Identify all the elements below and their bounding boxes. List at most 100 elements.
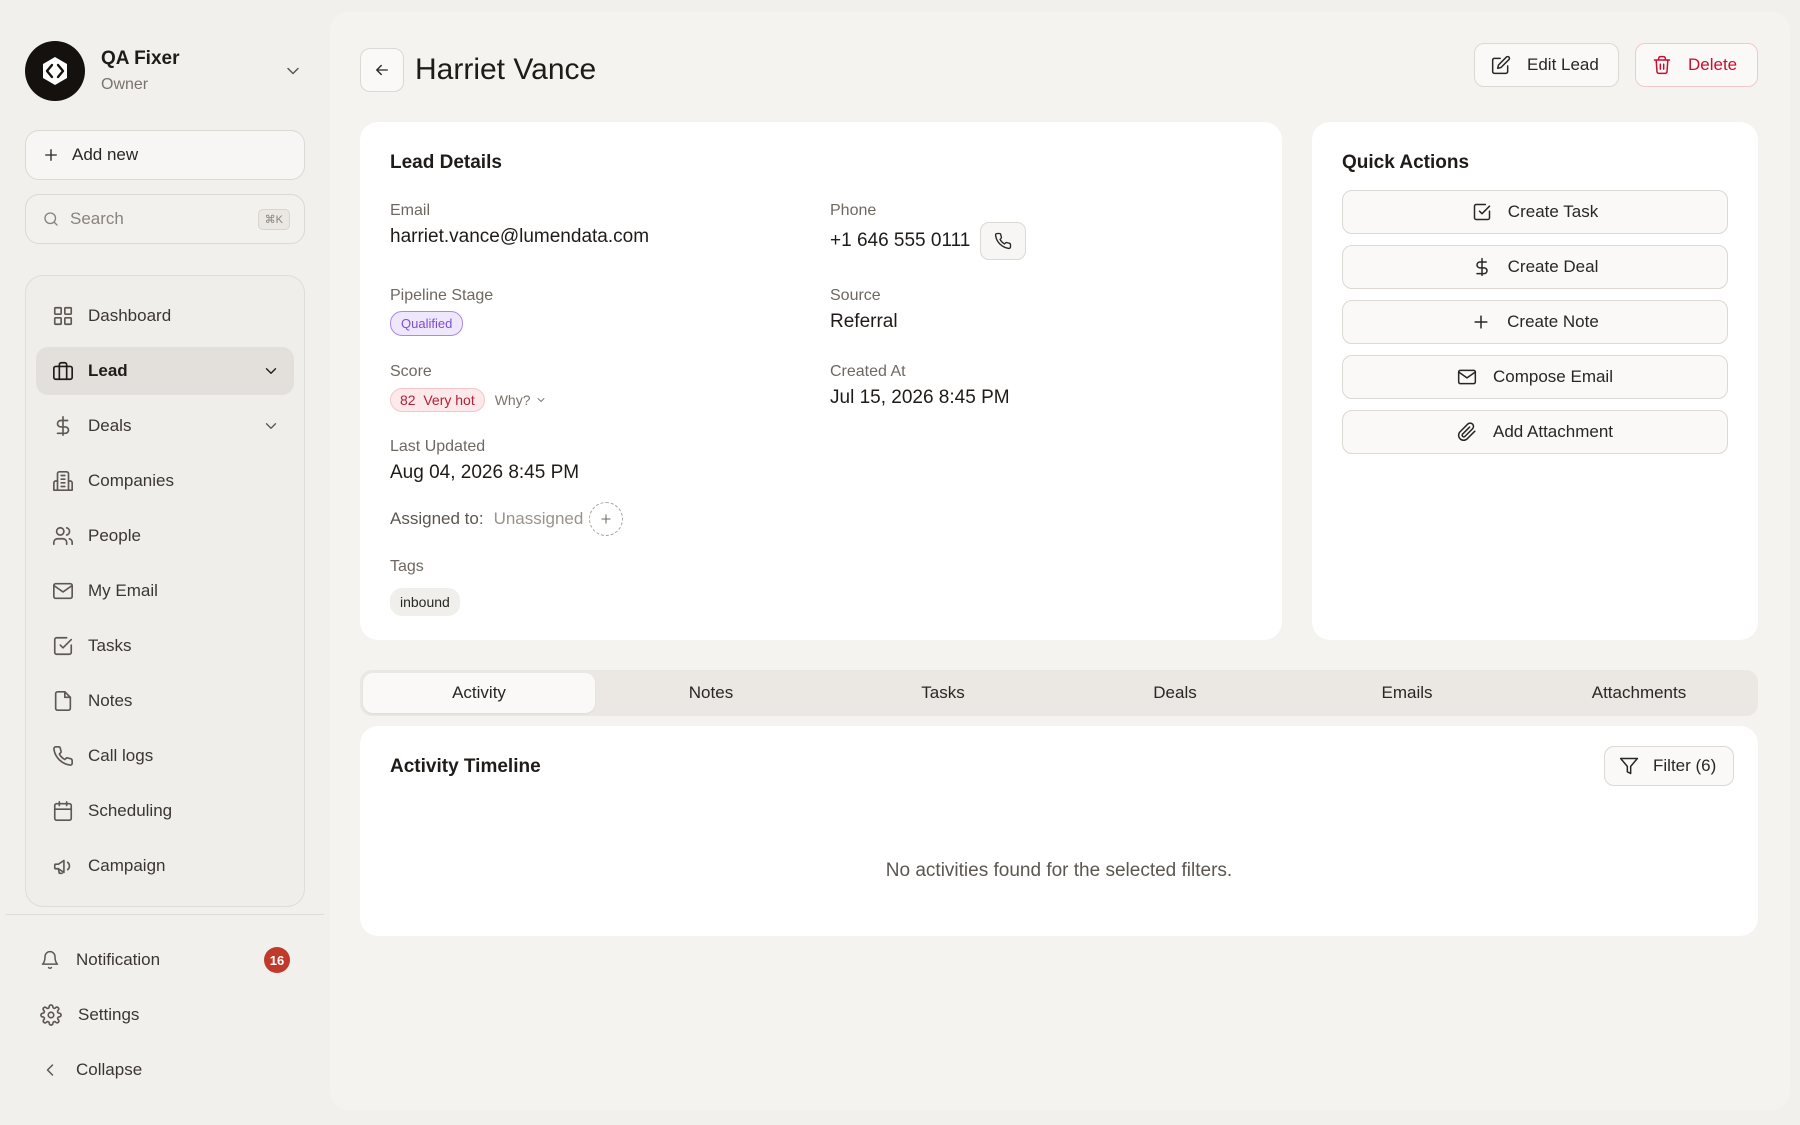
gear-icon [40,1004,62,1026]
collapse-button[interactable]: Collapse [40,1050,295,1090]
workspace-logo [25,41,85,101]
sidebar-item-label: Scheduling [88,801,173,820]
settings-label: Settings [78,1005,140,1024]
assign-user-button[interactable] [589,502,624,536]
lead-details-card: Lead Details Email harriet.vance@lumenda… [360,122,1282,640]
sidebar-item-label: Tasks [88,636,132,655]
score-field: Score 82 Very hot Why? [390,363,547,412]
filter-button[interactable]: Filter (6) [1604,746,1734,786]
why-label: Why? [494,392,531,408]
created-at-label: Created At [830,363,906,380]
dollar-icon [1475,257,1488,277]
tab-deals[interactable]: Deals [1059,673,1291,713]
tab-emails[interactable]: Emails [1291,673,1523,713]
add-new-label: Add new [72,145,139,164]
edit-lead-label: Edit Lead [1527,55,1599,74]
sidebar-item-tasks[interactable]: Tasks [36,622,294,670]
grid-icon [53,306,73,326]
sidebar-item-scheduling[interactable]: Scheduling [36,787,294,835]
tab-notes[interactable]: Notes [595,673,827,713]
sidebar-item-dashboard[interactable]: Dashboard [36,292,294,340]
users-icon [53,526,73,546]
plus-icon [1474,315,1488,329]
workspace-name: QA Fixer [101,48,180,69]
collapse-label: Collapse [76,1060,143,1079]
call-button[interactable] [980,222,1027,260]
edit-lead-button[interactable]: Edit Lead [1474,43,1619,87]
sidebar-item-call-logs[interactable]: Call logs [36,732,294,780]
search-icon [44,212,58,226]
phone-label: Phone [830,202,877,219]
trash-icon [1653,55,1671,75]
notification-button[interactable]: Notification 16 [40,940,295,980]
back-button[interactable] [360,48,404,92]
sidebar-item-label: My Email [88,581,158,600]
quick-actions-title: Quick Actions [1342,152,1470,173]
settings-button[interactable]: Settings [40,995,295,1035]
add-attachment-label: Add Attachment [1492,422,1614,441]
sidebar: QA Fixer Owner Add new Search ⌘K Dashboa… [0,0,330,1125]
score-badge: 82 Very hot [390,388,485,412]
email-value[interactable]: harriet.vance@lumendata.com [390,226,649,248]
sidebar-item-label: Deals [88,416,132,435]
megaphone-icon [53,859,71,875]
tab-activity[interactable]: Activity [363,673,595,713]
compose-email-button[interactable]: Compose Email [1342,355,1728,399]
source-label: Source [830,287,881,304]
detail-tabs: Activity Notes Tasks Deals Emails Attach… [360,670,1758,716]
delete-label: Delete [1688,55,1738,74]
email-field: Email harriet.vance@lumendata.com [390,202,649,248]
quick-actions-card: Quick Actions Create Task Create Deal Cr… [1312,122,1758,640]
assigned-to-label: Assigned to: [390,509,484,528]
sidebar-item-deals[interactable]: Deals [36,402,294,450]
checkbox-icon [1473,203,1491,221]
sidebar-item-label: Call logs [88,746,154,765]
tab-attachments[interactable]: Attachments [1523,673,1755,713]
last-updated-value: Aug 04, 2026 8:45 PM [390,462,580,483]
search-placeholder: Search [70,209,124,228]
delete-button[interactable]: Delete [1635,43,1758,87]
main-content: Harriet Vance Edit Lead Delete Lead Deta… [330,12,1790,1110]
lead-details-title: Lead Details [390,152,502,173]
chevron-down-icon [287,67,299,75]
filter-icon [1619,757,1639,775]
note-icon [54,691,72,711]
sidebar-item-notes[interactable]: Notes [36,677,294,725]
created-at-value: Jul 15, 2026 8:45 PM [830,387,1010,408]
building-icon [53,471,73,491]
filter-label: Filter (6) [1653,756,1717,775]
activity-timeline-card: Activity Timeline Filter (6) No activiti… [360,726,1758,936]
sidebar-item-lead[interactable]: Lead [36,347,294,395]
edit-icon [1491,55,1511,75]
create-task-button[interactable]: Create Task [1342,190,1728,234]
calendar-icon [53,801,73,821]
pipeline-stage-badge[interactable]: Qualified [390,311,464,336]
tab-tasks[interactable]: Tasks [827,673,1059,713]
chevron-down-icon[interactable] [262,362,280,380]
create-deal-label: Create Deal [1507,257,1599,276]
score-why-button[interactable]: Why? [495,392,547,408]
mail-icon [53,582,73,600]
chevron-down-icon[interactable] [262,417,280,435]
create-deal-button[interactable]: Create Deal [1342,245,1728,289]
create-note-button[interactable]: Create Note [1342,300,1728,344]
compose-email-label: Compose Email [1493,367,1613,386]
sidebar-item-companies[interactable]: Companies [36,457,294,505]
add-attachment-button[interactable]: Add Attachment [1342,410,1728,454]
workspace-switcher[interactable]: QA Fixer Owner [25,40,305,102]
sidebar-item-my-email[interactable]: My Email [36,567,294,615]
tag-chip[interactable]: inbound [390,588,460,616]
sidebar-item-label: People [88,526,141,545]
chevron-left-icon [46,1064,54,1076]
sidebar-item-label: Companies [88,471,174,490]
search-input[interactable]: Search ⌘K [25,194,305,244]
phone-value[interactable]: +1 646 555 0111 [830,230,970,252]
pipeline-stage-label: Pipeline Stage [390,287,494,304]
briefcase-icon [53,361,73,381]
add-new-button[interactable]: Add new [25,130,305,180]
assigned-to-field: Assigned to: Unassigned [390,502,624,536]
arrow-left-icon [376,64,388,76]
score-label: Score [390,363,432,380]
sidebar-item-campaign[interactable]: Campaign [36,842,294,890]
sidebar-item-people[interactable]: People [36,512,294,560]
